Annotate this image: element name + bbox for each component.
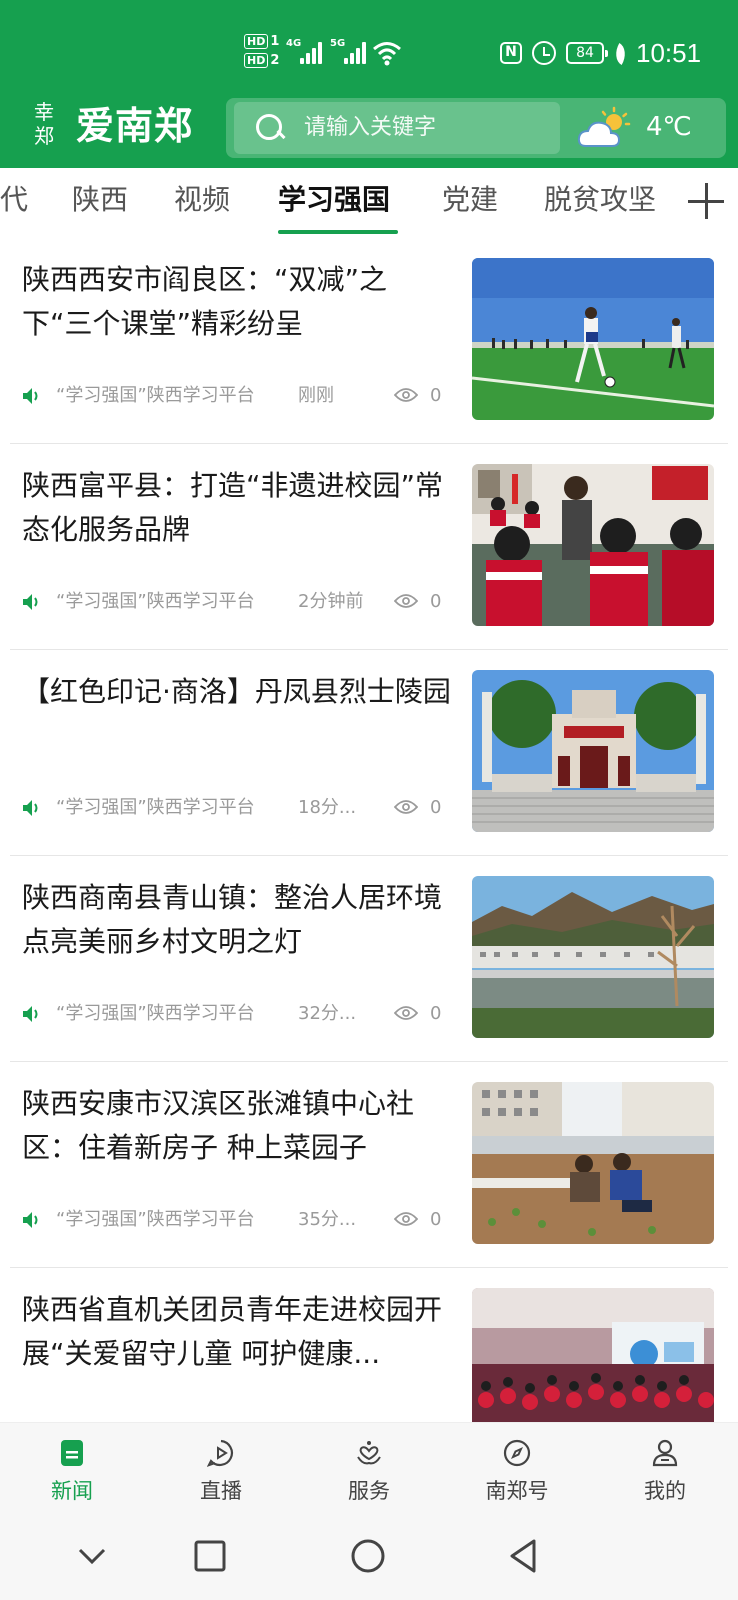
app-header: HD 1 HD 2 4G 5G N 84 10:51 幸 郑 爱南郑 请输入关键字 (0, 0, 738, 168)
compass-icon (503, 1439, 531, 1467)
news-title[interactable]: 陕西西安市阎良区：“双减”之下“三个课堂”精彩纷呈 (22, 258, 454, 346)
news-list: 陕西西安市阎良区：“双减”之下“三个课堂”精彩纷呈 “学习强国”陕西学习平台 刚… (0, 238, 738, 1422)
eye-icon (394, 388, 418, 402)
news-title[interactable]: 【红色印记·商洛】丹凤县烈士陵园 (22, 670, 454, 714)
news-source: “学习强国”陕西学习平台 (56, 1003, 255, 1024)
collapse-icon[interactable] (72, 1536, 112, 1576)
active-tab-indicator (278, 230, 398, 234)
news-title[interactable]: 陕西安康市汉滨区张滩镇中心社区：住着新房子 种上菜园子 (22, 1082, 454, 1170)
view-count: 0 (430, 591, 442, 612)
wifi-icon (373, 42, 401, 66)
speaker-icon[interactable] (22, 1211, 42, 1229)
profile-icon (652, 1439, 678, 1467)
recents-icon[interactable] (190, 1536, 230, 1576)
martyrs-cemetery-gate-photo[interactable] (472, 670, 714, 832)
view-count: 0 (430, 385, 442, 406)
news-item[interactable]: 【红色印记·商洛】丹凤县烈士陵园 “学习强国”陕西学习平台 18分... 0 (10, 650, 728, 856)
news-meta: “学习强国”陕西学习平台 2分钟前 0 (22, 590, 452, 614)
nav-label: 我的 (644, 1479, 686, 1503)
nav-label: 南郑号 (485, 1479, 549, 1503)
app-logo-mark: 幸 郑 (34, 100, 54, 148)
news-meta: “学习强国”陕西学习平台 18分... 0 (22, 796, 452, 820)
search-icon (256, 114, 284, 142)
hd-indicator: HD 1 HD 2 (244, 34, 279, 69)
tab-poverty-alleviation[interactable]: 脱贫攻坚 (544, 182, 656, 218)
power-saving-leaf-icon (610, 42, 631, 66)
search-input[interactable]: 请输入关键字 (234, 102, 560, 154)
back-icon[interactable] (504, 1536, 544, 1576)
news-time: 18分... (298, 797, 357, 818)
weather-temperature[interactable]: 4℃ (646, 110, 692, 144)
status-time: 10:51 (636, 38, 702, 68)
nav-news[interactable]: 新闻 (12, 1435, 132, 1515)
view-count: 0 (430, 1003, 442, 1024)
news-meta: “学习强国”陕西学习平台 32分... 0 (22, 1002, 452, 1026)
status-bar: HD 1 HD 2 4G 5G N 84 10:51 (0, 0, 738, 96)
view-count: 0 (430, 797, 442, 818)
villagers-planting-vegetables-photo[interactable] (472, 1082, 714, 1244)
tab-dai[interactable]: 代 (0, 182, 28, 218)
nav-service[interactable]: 服务 (309, 1435, 429, 1515)
category-tabs: 代 陕西 视频 学习强国 党建 脱贫攻坚 (0, 168, 738, 238)
nav-label: 服务 (348, 1479, 390, 1503)
news-title[interactable]: 陕西富平县：打造“非遗进校园”常态化服务品牌 (22, 464, 454, 552)
news-time: 32分... (298, 1003, 357, 1024)
live-icon (207, 1439, 233, 1467)
news-meta: “学习强国”陕西学习平台 35分... 0 (22, 1208, 452, 1232)
news-time: 2分钟前 (298, 591, 364, 612)
search-placeholder: 请输入关键字 (304, 115, 437, 140)
eye-icon (394, 594, 418, 608)
news-meta: “学习强国”陕西学习平台 刚刚 0 (22, 384, 452, 408)
news-icon (61, 1440, 83, 1466)
eye-icon (394, 800, 418, 814)
battery-indicator: 84 (566, 42, 608, 64)
plus-icon[interactable] (688, 182, 728, 222)
news-item[interactable]: 陕西富平县：打造“非遗进校园”常态化服务品牌 “学习强国”陕西学习平台 2分钟前… (10, 444, 728, 650)
search-bar: 请输入关键字 4℃ (226, 98, 726, 158)
news-title[interactable]: 陕西商南县青山镇：整治人居环境 点亮美丽乡村文明之灯 (22, 876, 454, 964)
news-item[interactable]: 陕西商南县青山镇：整治人居环境 点亮美丽乡村文明之灯 “学习强国”陕西学习平台 … (10, 856, 728, 1062)
home-icon[interactable] (348, 1536, 388, 1576)
system-navigation-bar (0, 1522, 738, 1600)
bottom-navigation: 新闻 直播 服务 南郑号 我的 (0, 1422, 738, 1522)
speaker-icon[interactable] (22, 1005, 42, 1023)
eye-icon (394, 1006, 418, 1020)
nfc-icon: N (500, 42, 522, 64)
nav-profile[interactable]: 我的 (605, 1435, 725, 1515)
speaker-icon[interactable] (22, 387, 42, 405)
speaker-icon[interactable] (22, 593, 42, 611)
news-source: “学习强国”陕西学习平台 (56, 797, 255, 818)
service-icon (357, 1441, 381, 1465)
mountain-village-river-photo[interactable] (472, 876, 714, 1038)
news-time: 35分... (298, 1209, 357, 1230)
view-count: 0 (430, 1209, 442, 1230)
news-item[interactable]: 陕西省直机关团员青年走进校园开展“关爱留守儿童 呵护健康... (10, 1268, 728, 1422)
alarm-icon (532, 41, 556, 65)
tab-shaanxi[interactable]: 陕西 (72, 182, 128, 218)
app-logo-text: 爱南郑 (76, 103, 194, 148)
nav-live[interactable]: 直播 (161, 1435, 281, 1515)
news-item[interactable]: 陕西西安市阎良区：“双减”之下“三个课堂”精彩纷呈 “学习强国”陕西学习平台 刚… (10, 238, 728, 444)
partly-cloudy-icon[interactable] (576, 106, 632, 150)
news-time: 刚刚 (298, 385, 334, 406)
nav-label: 新闻 (51, 1479, 93, 1503)
nav-nanzheng-hao[interactable]: 南郑号 (457, 1435, 577, 1515)
tab-video[interactable]: 视频 (174, 182, 230, 218)
news-source: “学习强国”陕西学习平台 (56, 1209, 255, 1230)
eye-icon (394, 1212, 418, 1226)
classroom-students-photo[interactable] (472, 464, 714, 626)
news-item[interactable]: 陕西安康市汉滨区张滩镇中心社区：住着新房子 种上菜园子 “学习强国”陕西学习平台… (10, 1062, 728, 1268)
news-title[interactable]: 陕西省直机关团员青年走进校园开展“关爱留守儿童 呵护健康... (22, 1288, 454, 1376)
tab-xuexi-qiangguo[interactable]: 学习强国 (278, 182, 390, 218)
students-in-auditorium-photo[interactable] (472, 1288, 714, 1422)
news-source: “学习强国”陕西学习平台 (56, 591, 255, 612)
speaker-icon[interactable] (22, 799, 42, 817)
tab-party-building[interactable]: 党建 (442, 182, 498, 218)
kids-playing-football-photo[interactable] (472, 258, 714, 420)
news-source: “学习强国”陕西学习平台 (56, 385, 255, 406)
nav-label: 直播 (200, 1479, 242, 1503)
